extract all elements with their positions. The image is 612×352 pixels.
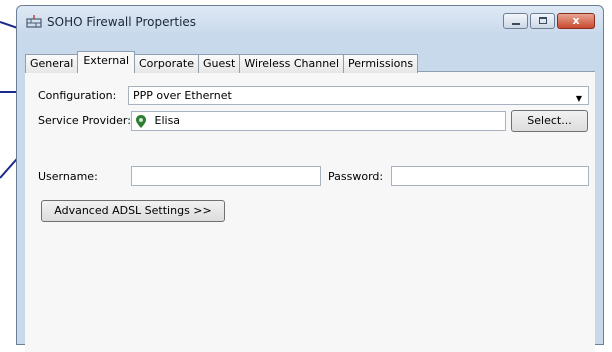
- maximize-button[interactable]: [530, 13, 555, 29]
- tab-corporate[interactable]: Corporate: [134, 54, 199, 73]
- password-label: Password:: [328, 170, 384, 183]
- tab-permissions[interactable]: Permissions: [343, 54, 419, 73]
- close-button[interactable]: x: [557, 13, 595, 29]
- maximize-icon: [539, 17, 547, 24]
- configuration-value: PPP over Ethernet: [133, 89, 232, 102]
- network-firewall-icon: [26, 15, 42, 28]
- password-field[interactable]: [391, 166, 589, 186]
- chevron-down-icon[interactable]: ▼: [576, 90, 582, 107]
- configuration-select[interactable]: PPP over Ethernet ▼: [128, 86, 589, 105]
- properties-window: SOHO Firewall Properties x General Exter…: [16, 5, 604, 352]
- minimize-icon: [512, 23, 520, 25]
- tab-external[interactable]: External: [77, 51, 135, 73]
- service-provider-field[interactable]: Elisa: [131, 111, 506, 131]
- username-field[interactable]: [131, 166, 321, 186]
- close-icon: x: [572, 14, 580, 27]
- tab-wireless-channel[interactable]: Wireless Channel: [239, 54, 344, 73]
- username-label: Username:: [38, 170, 98, 183]
- advanced-adsl-settings-button[interactable]: Advanced ADSL Settings >>: [41, 200, 225, 222]
- service-provider-value: Elisa: [154, 114, 181, 127]
- map-pin-icon: [136, 114, 146, 128]
- tab-general[interactable]: General: [25, 54, 79, 73]
- configuration-label: Configuration:: [38, 89, 117, 102]
- minimize-button[interactable]: [503, 13, 528, 29]
- service-provider-label: Service Provider:: [38, 114, 131, 127]
- tab-guest[interactable]: Guest: [198, 54, 241, 73]
- title-bar[interactable]: SOHO Firewall Properties x: [17, 6, 603, 36]
- tab-strip: General External Corporate Guest Wireles…: [25, 51, 419, 73]
- select-button[interactable]: Select...: [511, 110, 588, 132]
- external-tab-panel: Configuration: PPP over Ethernet ▼ Servi…: [25, 71, 595, 352]
- window-title: SOHO Firewall Properties: [47, 15, 197, 29]
